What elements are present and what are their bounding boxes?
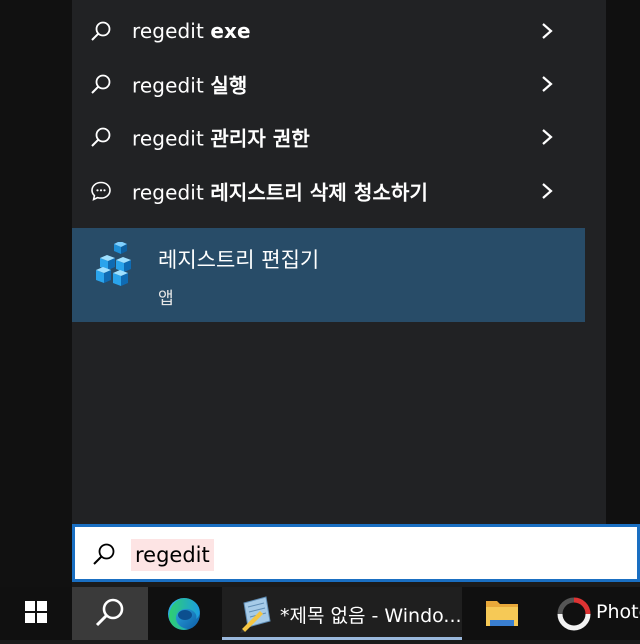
suggestion-item[interactable]: regedit 실행 [72, 57, 606, 110]
search-query-text: regedit [131, 539, 214, 571]
best-match-item[interactable]: 레지스트리 편집기 앱 [72, 228, 585, 322]
edge-icon [168, 598, 200, 630]
suggestion-item[interactable]: regedit 레지스트리 삭제 청소하기 [72, 164, 606, 217]
best-match-type: 앱 [158, 289, 174, 309]
chevron-right-icon[interactable] [540, 74, 554, 94]
suggestion-text: regedit 실행 [132, 73, 248, 97]
taskbar-edge[interactable] [148, 587, 220, 640]
chevron-right-icon[interactable] [540, 181, 554, 201]
taskbar-search-button[interactable] [72, 587, 148, 640]
windows-logo-icon [25, 601, 47, 623]
taskbar-file-explorer[interactable] [466, 587, 538, 640]
search-flyout: regedit exe regedit 실행 regedit 관리자 권한 re… [72, 0, 606, 524]
chevron-right-icon[interactable] [540, 127, 554, 147]
chevron-right-icon[interactable] [540, 21, 554, 41]
taskbar-item-label: *제목 없음 - Windo... [280, 605, 462, 627]
taskbar-photo[interactable]: Photo [540, 587, 640, 640]
search-box[interactable]: regedit [72, 524, 640, 582]
search-icon [91, 74, 111, 94]
suggestion-text: regedit 레지스트리 삭제 청소하기 [132, 180, 428, 204]
best-match-name: 레지스트리 편집기 [158, 248, 320, 272]
chat-bubble-icon [91, 181, 111, 201]
search-icon [91, 127, 111, 147]
registry-editor-icon [96, 242, 131, 286]
notepad-icon [240, 596, 271, 633]
taskbar-notepad[interactable]: *제목 없음 - Windo... [222, 587, 462, 640]
search-icon [91, 21, 111, 41]
search-icon [93, 543, 115, 565]
start-button[interactable] [0, 587, 72, 640]
suggestion-item[interactable]: regedit 관리자 권한 [72, 110, 606, 163]
desktop-background-right [606, 0, 640, 524]
photo-app-icon [557, 597, 591, 631]
desktop-background-left [0, 0, 72, 587]
taskbar: *제목 없음 - Windo... Photo [0, 587, 640, 640]
suggestion-text: regedit exe [132, 18, 251, 43]
taskbar-item-label: Photo [596, 601, 640, 623]
search-icon [95, 598, 124, 627]
suggestion-item[interactable]: regedit exe [72, 4, 606, 57]
folder-icon [486, 601, 518, 626]
suggestion-text: regedit 관리자 권한 [132, 126, 310, 150]
